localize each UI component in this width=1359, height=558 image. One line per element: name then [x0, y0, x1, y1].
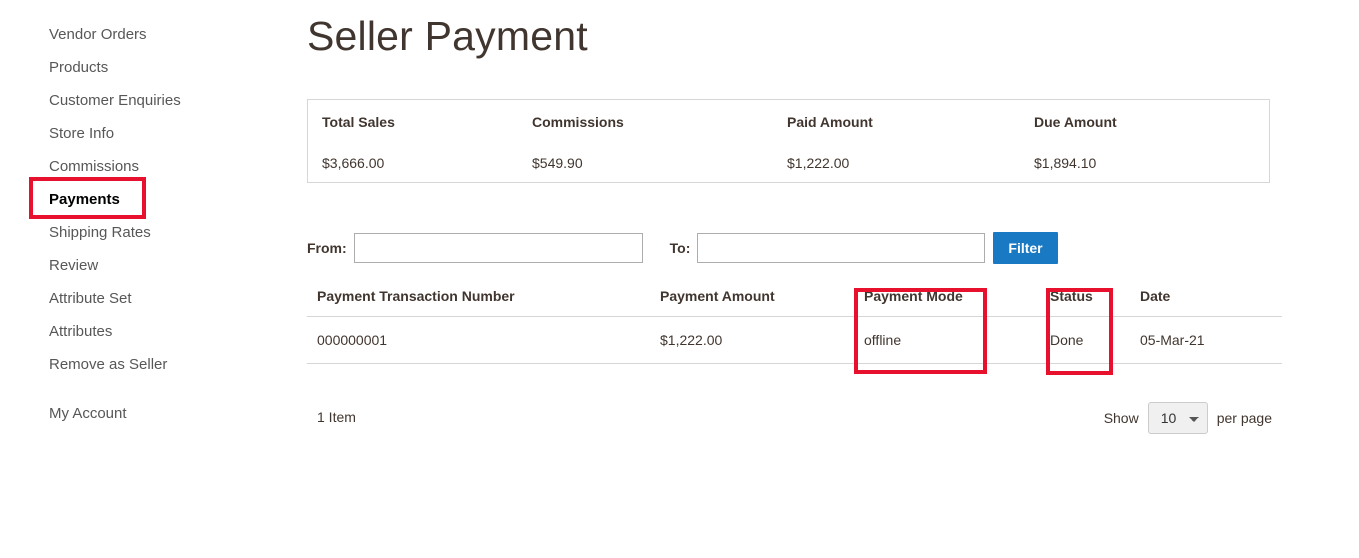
page-size-select[interactable]: 10203050100200	[1147, 402, 1208, 434]
summary-label: Total Sales	[322, 114, 395, 130]
show-label: Show	[1103, 410, 1139, 426]
sidebar-item-label: Review	[49, 257, 99, 274]
sidebar-item-shipping-rates[interactable]: Shipping Rates	[0, 216, 300, 249]
column-header-transaction-number[interactable]: Payment Transaction Number	[307, 288, 660, 317]
sidebar-item-label: Attributes	[49, 323, 113, 340]
cell-payment-mode: offline	[864, 316, 1050, 364]
summary-label: Commissions	[532, 114, 624, 130]
sidebar-item-store-info[interactable]: Store Info	[0, 117, 300, 150]
summary-label: Paid Amount	[787, 114, 873, 130]
from-date-input[interactable]	[353, 233, 643, 263]
sidebar-item-label: Attribute Set	[49, 290, 132, 307]
date-filter-bar: From: To: Filter	[307, 230, 1058, 266]
sidebar-item-customer-enquiries[interactable]: Customer Enquiries	[0, 84, 300, 117]
summary-cell-total-sales: Total Sales $3,666.00	[308, 100, 532, 182]
sidebar-nav-list: Vendor Orders Products Customer Enquirie…	[0, 18, 300, 430]
sidebar-divider-spacer	[0, 381, 300, 397]
table-footer: 1 Item Show 10203050100200 per page	[307, 402, 1272, 434]
cell-transaction-number: 000000001	[307, 316, 660, 364]
summary-label: Due Amount	[1034, 114, 1117, 130]
summary-cell-paid-amount: Paid Amount $1,222.00	[787, 100, 1034, 182]
payments-table-head: Payment Transaction Number Payment Amoun…	[307, 288, 1282, 317]
sidebar-item-payments[interactable]: Payments	[0, 183, 300, 216]
sidebar-item-remove-as-seller[interactable]: Remove as Seller	[0, 348, 300, 381]
summary-value: $1,894.10	[1034, 155, 1097, 171]
sidebar-item-vendor-orders[interactable]: Vendor Orders	[0, 18, 300, 51]
payment-summary-panel: Total Sales $3,666.00 Commissions $549.9…	[307, 99, 1270, 183]
summary-cell-commissions: Commissions $549.90	[532, 100, 787, 182]
sidebar-item-label: Shipping Rates	[49, 224, 151, 241]
table-row[interactable]: 000000001 $1,222.00 offline Done 05-Mar-…	[307, 316, 1282, 364]
filter-button[interactable]: Filter	[993, 232, 1058, 264]
summary-value: $3,666.00	[322, 155, 385, 171]
sidebar-item-my-account[interactable]: My Account	[0, 397, 300, 430]
payments-table-body: 000000001 $1,222.00 offline Done 05-Mar-…	[307, 316, 1282, 364]
sidebar-item-attributes[interactable]: Attributes	[0, 315, 300, 348]
sidebar-item-label: Products	[49, 59, 109, 76]
to-label: To:	[669, 240, 691, 256]
item-count: 1 Item	[317, 409, 356, 425]
main-content: Seller Payment Total Sales $3,666.00 Com…	[307, 0, 1359, 558]
summary-cell-due-amount: Due Amount $1,894.10	[1034, 100, 1264, 182]
summary-value: $549.90	[532, 155, 583, 171]
sidebar-item-label: Vendor Orders	[49, 26, 147, 43]
cell-status: Done	[1050, 316, 1140, 364]
sidebar-item-label: Remove as Seller	[49, 356, 168, 373]
sidebar-item-review[interactable]: Review	[0, 249, 300, 282]
page-title: Seller Payment	[307, 13, 588, 59]
from-label: From:	[307, 240, 347, 256]
summary-value: $1,222.00	[787, 155, 850, 171]
cell-date: 05-Mar-21	[1140, 316, 1282, 364]
column-header-payment-mode[interactable]: Payment Mode	[864, 288, 1050, 317]
to-date-input[interactable]	[697, 233, 986, 263]
page-size-limiter: Show 10203050100200 per page	[1104, 402, 1272, 434]
sidebar-item-label: My Account	[49, 405, 127, 422]
sidebar-item-label: Payments	[49, 191, 120, 208]
payments-table: Payment Transaction Number Payment Amoun…	[307, 288, 1282, 364]
per-page-label: per page	[1216, 410, 1272, 426]
sidebar-item-label: Store Info	[49, 125, 115, 142]
sidebar-item-label: Commissions	[49, 158, 140, 175]
table-header-row: Payment Transaction Number Payment Amoun…	[307, 288, 1282, 317]
sidebar: Vendor Orders Products Customer Enquirie…	[0, 0, 300, 558]
sidebar-item-attribute-set[interactable]: Attribute Set	[0, 282, 300, 315]
column-header-date[interactable]: Date	[1140, 288, 1282, 317]
sidebar-item-commissions[interactable]: Commissions	[0, 150, 300, 183]
cell-payment-amount: $1,222.00	[660, 316, 864, 364]
column-header-payment-amount[interactable]: Payment Amount	[660, 288, 864, 317]
column-header-status[interactable]: Status	[1050, 288, 1140, 317]
sidebar-item-label: Customer Enquiries	[49, 92, 181, 109]
sidebar-item-products[interactable]: Products	[0, 51, 300, 84]
